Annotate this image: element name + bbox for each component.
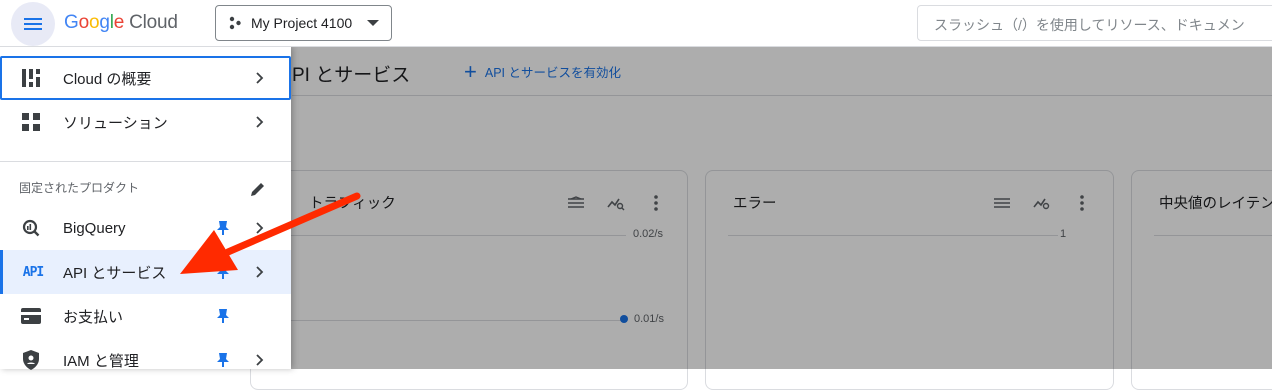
nav-item-label: API とサービス [63,264,167,282]
nav-item-label: Cloud の概要 [63,70,152,88]
nav-item-label: BigQuery [63,219,126,237]
project-picker[interactable]: My Project 4100 [215,5,392,41]
nav-item-cloud-overview[interactable]: Cloud の概要 [0,56,291,100]
edit-pencil-icon[interactable] [249,180,267,198]
search-input[interactable]: スラッシュ（/）を使用してリソース、ドキュメン [917,5,1272,41]
nav-item-label: お支払い [63,308,124,326]
logo-google-text: Google [64,12,125,33]
nav-item-bigquery[interactable]: BigQuery [0,206,291,250]
pin-icon[interactable] [216,220,230,236]
google-cloud-logo[interactable]: Google Cloud [64,12,178,34]
nav-item-label: IAM と管理 [63,352,139,370]
nav-item-apis-services[interactable]: API API とサービス [0,250,291,294]
billing-icon [20,305,42,327]
project-name: My Project 4100 [251,15,353,31]
main-menu-button[interactable] [11,2,55,46]
chevron-right-icon [256,266,264,278]
nav-item-iam-admin[interactable]: IAM と管理 [0,338,291,382]
dropdown-arrow-icon [367,20,379,26]
nav-divider [0,161,291,162]
dashboard-icon [20,67,42,89]
logo-cloud-text: Cloud [129,12,178,33]
chevron-right-icon [256,72,264,84]
chevron-right-icon [256,116,264,128]
grid-icon [20,111,42,133]
pin-icon[interactable] [216,264,230,280]
nav-item-solutions[interactable]: ソリューション [0,100,291,144]
menu-icon [24,18,42,30]
iam-shield-icon [20,349,42,371]
nav-item-billing[interactable]: お支払い [0,294,291,338]
pinned-products-heading: 固定されたプロダクト [19,181,140,195]
project-icon [229,16,241,30]
nav-item-label: ソリューション [63,114,168,132]
api-icon: API [20,261,46,283]
top-bar: Google Cloud My Project 4100 スラッシュ（/）を使用し… [0,0,1272,47]
chevron-right-icon [256,222,264,234]
chevron-right-icon [256,354,264,366]
pin-icon[interactable] [216,308,230,324]
api-badge-text: API [22,264,45,280]
pin-icon[interactable] [216,352,230,368]
bigquery-icon [20,217,42,239]
side-navigation: Cloud の概要 ソリューション 固定されたプロダクト BigQuery AP… [0,47,291,370]
